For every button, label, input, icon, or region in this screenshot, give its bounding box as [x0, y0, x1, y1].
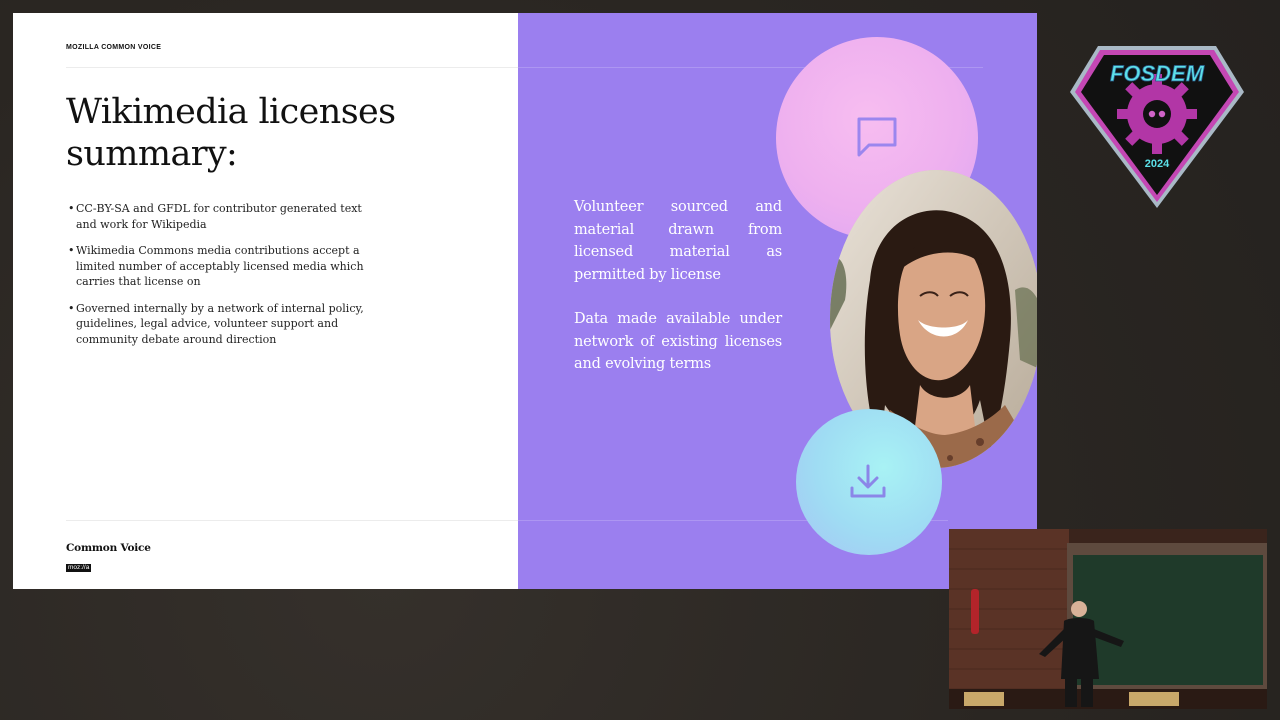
- bullet-marker: •: [68, 202, 75, 215]
- footer-divider: [66, 520, 518, 521]
- bullet-item: • CC-BY-SA and GFDL for contributor gener…: [68, 201, 368, 232]
- speaker-video-icon: [949, 529, 1267, 709]
- bullet-text: CC-BY-SA and GFDL for contributor genera…: [76, 202, 362, 231]
- bullet-list: • CC-BY-SA and GFDL for contributor gener…: [68, 201, 368, 358]
- header-divider: [66, 67, 518, 68]
- fosdem-badge: FOSDEM 2024: [1068, 42, 1246, 212]
- presentation-slide: MOZILLA COMMON VOICE Wikimedia licenses …: [13, 13, 1037, 589]
- slide-title: Wikimedia licenses summary:: [66, 92, 396, 174]
- bullet-item: • Wikimedia Commons media contributions a…: [68, 243, 368, 290]
- bullet-marker: •: [68, 301, 75, 315]
- fosdem-label: FOSDEM: [1110, 61, 1205, 86]
- bullet-marker: •: [68, 244, 75, 257]
- bullet-text: Governed internally by a network of inte…: [76, 301, 364, 346]
- chat-bubble-icon: [853, 113, 901, 161]
- common-voice-logo: Common Voice moz://a: [66, 542, 151, 573]
- slide-left-panel: MOZILLA COMMON VOICE Wikimedia licenses …: [13, 13, 518, 589]
- bullet-text: Wikimedia Commons media contributions ac…: [76, 244, 364, 288]
- fosdem-year: 2024: [1145, 158, 1170, 170]
- speaker-camera-feed: [949, 529, 1267, 709]
- bullet-item: • Governed internally by a network of int…: [68, 301, 368, 348]
- mozilla-badge: moz://a: [66, 564, 92, 572]
- download-icon: [848, 462, 888, 502]
- right-paragraph-1: Volunteer sourced and material drawn fro…: [574, 199, 782, 283]
- right-paragraph-2: Data made available under network of exi…: [574, 311, 782, 372]
- brand-header: MOZILLA COMMON VOICE: [66, 44, 162, 51]
- logo-text: Common Voice: [66, 542, 151, 554]
- slide-right-panel: Volunteer sourced and material drawn fro…: [518, 13, 1037, 589]
